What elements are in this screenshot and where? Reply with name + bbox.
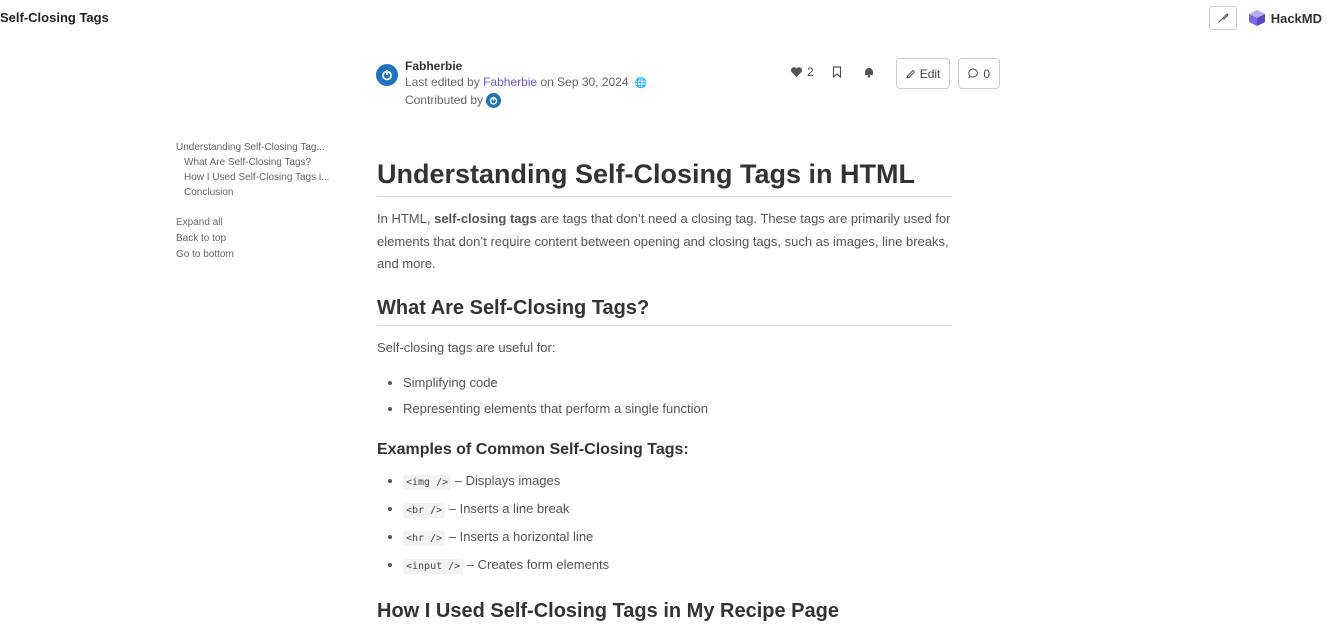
globe-icon: 🌐 [634,78,648,89]
list-item: <img /> – Displays images [403,468,952,496]
go-to-bottom-link[interactable]: Go to bottom [176,247,336,263]
notification-button[interactable] [863,66,875,78]
edit-mode-button[interactable] [1208,6,1237,30]
table-of-contents: Understanding Self-Closing Tag... What A… [176,140,336,263]
uses-list: Simplifying code Representing elements t… [377,370,952,421]
edited-by-link[interactable]: Fabherbie [483,75,537,89]
edit-button[interactable]: Edit [895,58,951,89]
section-heading-what: What Are Self-Closing Tags? [377,294,952,326]
contributed-by-label: Contributed by [405,93,484,107]
page-title: Self-Closing Tags [0,10,109,25]
examples-list: <img /> – Displays images <br /> – Inser… [377,468,952,579]
edited-prefix: Last edited by [405,75,480,89]
useful-for-paragraph: Self-closing tags are useful for: [377,339,556,355]
back-to-top-link[interactable]: Back to top [176,231,336,247]
author-name[interactable]: Fabherbie [405,58,647,74]
hackmd-brand[interactable]: HackMD [1247,9,1322,27]
list-item: <input /> – Creates form elements [403,552,952,580]
like-count: 2 [807,64,814,79]
document-content: Understanding Self-Closing Tags in HTML … [377,156,952,628]
intro-paragraph: In HTML, self-closing tags are tags that… [377,211,951,271]
expand-all-link[interactable]: Expand all [176,215,336,231]
bookmark-button[interactable] [832,65,842,78]
list-item: <br /> – Inserts a line break [403,496,952,524]
document-heading: Understanding Self-Closing Tags in HTML [377,156,952,197]
heart-icon [790,66,803,77]
hackmd-logo-icon [1248,10,1265,26]
author-avatar[interactable] [376,64,398,86]
bell-icon [864,67,873,78]
pencil-icon [906,69,915,79]
comment-icon [968,68,979,79]
brand-name: HackMD [1270,10,1322,26]
comment-count: 0 [983,66,991,81]
note-meta: Fabherbie Last edited by Fabherbie on Se… [376,58,648,109]
toc-item[interactable]: How I Used Self-Closing Tags i... [176,170,336,185]
edit-label: Edit [919,66,941,81]
like-button[interactable]: 2 [790,65,814,79]
topbar-tools: HackMD [1208,6,1322,30]
examples-heading: Examples of Common Self-Closing Tags: [377,441,689,459]
section-heading-how: How I Used Self-Closing Tags in My Recip… [377,597,952,628]
toc-item[interactable]: Understanding Self-Closing Tag... [176,140,336,155]
list-item: <hr /> – Inserts a horizontal line [403,524,952,552]
brush-icon [1217,13,1229,23]
list-item: Simplifying code [403,370,952,396]
bookmark-icon [832,65,841,78]
comments-button[interactable]: 0 [958,58,1001,89]
toc-item[interactable]: Conclusion [176,185,336,200]
edited-date: on Sep 30, 2024 [540,75,629,89]
list-item: Representing elements that perform a sin… [403,396,952,422]
contributor-avatar[interactable] [486,93,502,109]
toc-item[interactable]: What Are Self-Closing Tags? [176,155,336,170]
note-actions: 2 Edit 0 [790,58,1001,89]
